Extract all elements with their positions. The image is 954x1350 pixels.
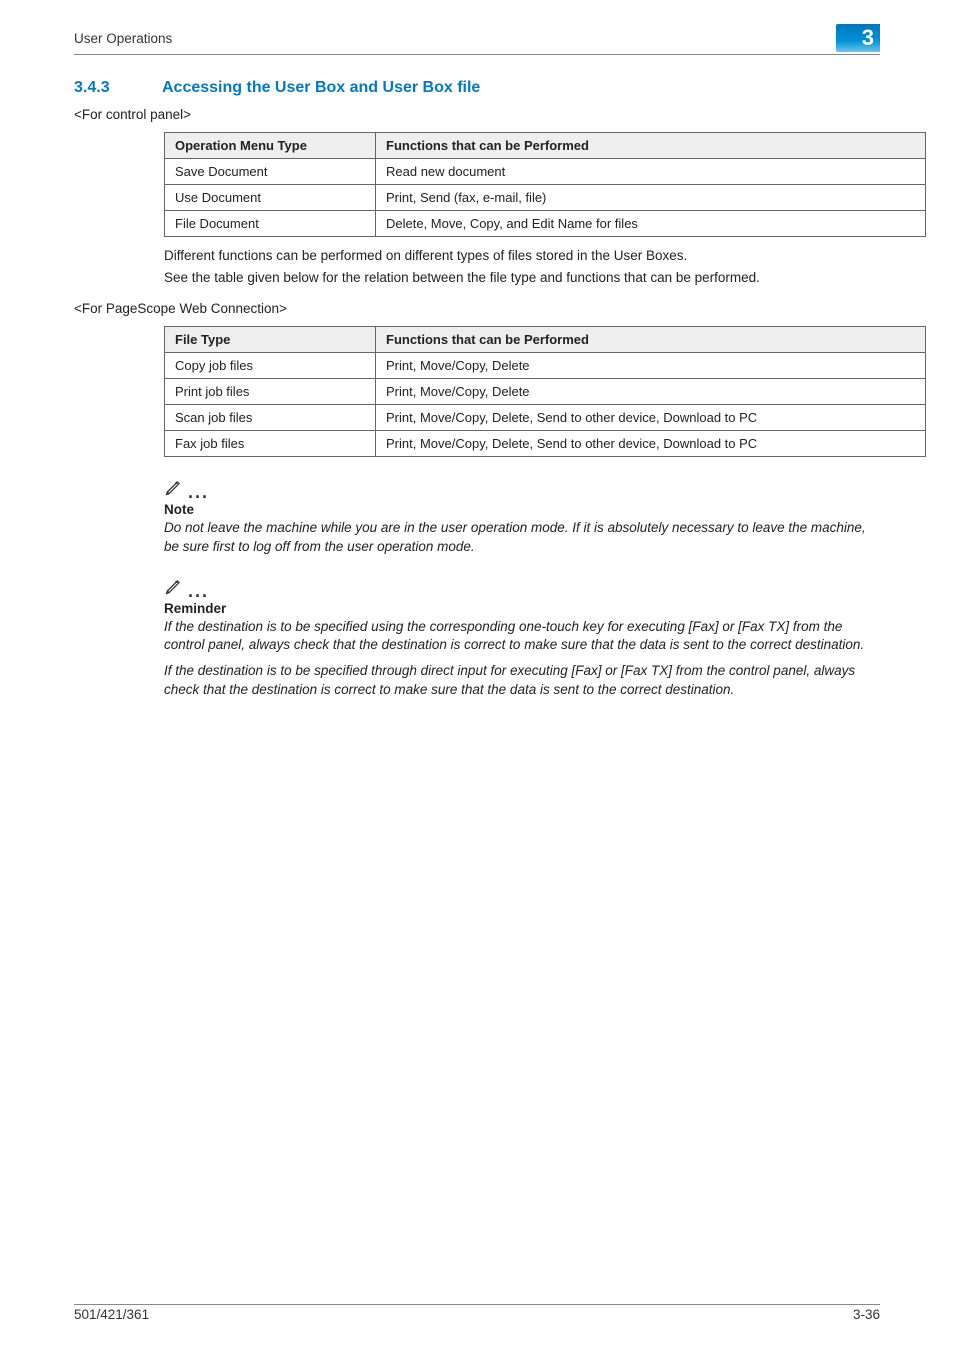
table-row: Use Document Print, Send (fax, e-mail, f…	[165, 185, 926, 211]
table-cell: Print, Move/Copy, Delete, Send to other …	[376, 405, 926, 431]
table-cell: Use Document	[165, 185, 376, 211]
table-cell: Delete, Move, Copy, and Edit Name for fi…	[376, 211, 926, 237]
table-header-cell: Operation Menu Type	[165, 133, 376, 159]
ellipsis-icon: ...	[188, 487, 209, 497]
reminder-body: If the destination is to be specified th…	[164, 662, 880, 698]
chapter-number: 3	[862, 25, 874, 51]
footer-left: 501/421/361	[74, 1307, 149, 1322]
web-connection-label: <For PageScope Web Connection>	[74, 301, 880, 316]
table-cell: Print job files	[165, 379, 376, 405]
reminder-label: Reminder	[164, 601, 880, 616]
reminder-callout: ... Reminder If the destination is to be…	[164, 576, 880, 705]
table-header-row: File Type Functions that can be Performe…	[165, 327, 926, 353]
section-number: 3.4.3	[74, 79, 134, 97]
table-row: Print job files Print, Move/Copy, Delete	[165, 379, 926, 405]
table-cell: Print, Move/Copy, Delete	[376, 379, 926, 405]
web-connection-table: File Type Functions that can be Performe…	[164, 326, 926, 457]
table-row: Fax job files Print, Move/Copy, Delete, …	[165, 431, 926, 457]
header-divider	[74, 54, 880, 55]
table-cell: File Document	[165, 211, 376, 237]
table-header-cell: Functions that can be Performed	[376, 327, 926, 353]
table-cell: Print, Send (fax, e-mail, file)	[376, 185, 926, 211]
note-callout: ... Note Do not leave the machine while …	[164, 477, 880, 561]
paragraph: Different functions can be performed on …	[164, 247, 880, 265]
table-cell: Save Document	[165, 159, 376, 185]
table-header-cell: File Type	[165, 327, 376, 353]
control-panel-table: Operation Menu Type Functions that can b…	[164, 132, 926, 237]
note-label: Note	[164, 502, 880, 517]
paragraph: See the table given below for the relati…	[164, 269, 880, 287]
table-cell: Fax job files	[165, 431, 376, 457]
section-title: Accessing the User Box and User Box file	[162, 79, 480, 97]
page-footer: 501/421/361 3-36	[74, 1304, 880, 1322]
table-cell: Scan job files	[165, 405, 376, 431]
note-body: Do not leave the machine while you are i…	[164, 519, 880, 555]
control-panel-label: <For control panel>	[74, 107, 880, 122]
table-cell: Copy job files	[165, 353, 376, 379]
chapter-badge: 3	[836, 24, 880, 52]
table-cell: Read new document	[376, 159, 926, 185]
table-header-cell: Functions that can be Performed	[376, 133, 926, 159]
table-row: Scan job files Print, Move/Copy, Delete,…	[165, 405, 926, 431]
table-row: Save Document Read new document	[165, 159, 926, 185]
table-row: Copy job files Print, Move/Copy, Delete	[165, 353, 926, 379]
footer-right: 3-36	[853, 1307, 880, 1322]
reminder-body: If the destination is to be specified us…	[164, 618, 880, 654]
pencil-icon: ...	[164, 576, 209, 596]
pencil-icon: ...	[164, 477, 209, 497]
running-title: User Operations	[74, 31, 172, 46]
table-row: File Document Delete, Move, Copy, and Ed…	[165, 211, 926, 237]
table-cell: Print, Move/Copy, Delete	[376, 353, 926, 379]
table-cell: Print, Move/Copy, Delete, Send to other …	[376, 431, 926, 457]
page-header: User Operations 3	[74, 24, 880, 52]
ellipsis-icon: ...	[188, 586, 209, 596]
section-heading: 3.4.3 Accessing the User Box and User Bo…	[74, 79, 880, 97]
table-header-row: Operation Menu Type Functions that can b…	[165, 133, 926, 159]
